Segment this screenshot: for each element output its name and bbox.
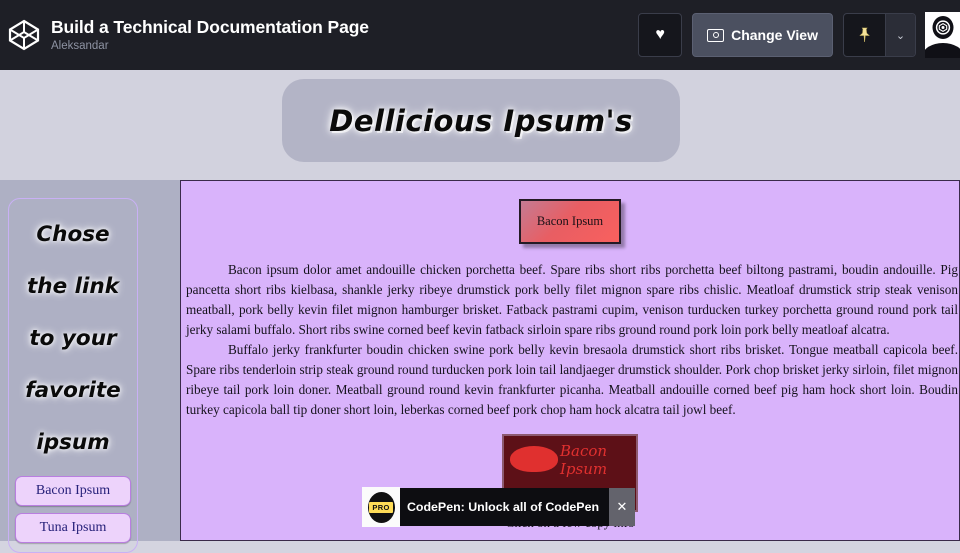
codepen-header: Build a Technical Documentation Page Ale… bbox=[0, 0, 960, 70]
section-header-bacon-ipsum: Bacon Ipsum bbox=[519, 199, 621, 244]
navbar-sidebar: Chose the link to your favorite ipsum Ba… bbox=[0, 180, 180, 553]
pen-title-block: Build a Technical Documentation Page Ale… bbox=[51, 17, 369, 54]
nav-link-bacon-ipsum[interactable]: Bacon Ipsum bbox=[15, 476, 131, 506]
change-view-label: Change View bbox=[731, 27, 818, 43]
ad-close-button[interactable]: ✕ bbox=[609, 488, 635, 526]
paragraph-1: Bacon ipsum dolor amet andouille chicken… bbox=[186, 262, 958, 337]
avatar-head bbox=[932, 16, 953, 39]
change-view-button[interactable]: Change View bbox=[692, 13, 833, 57]
pro-badge-icon: PRO bbox=[362, 487, 400, 527]
ad-text: CodePen: Unlock all of CodePen bbox=[406, 500, 600, 514]
codepen-ad-banner[interactable]: PRO CodePen: Unlock all of CodePen ✕ bbox=[362, 487, 635, 527]
page-banner-area: Dellicious Ipsum's bbox=[0, 70, 960, 180]
header-actions: ♥ Change View ⌄ bbox=[638, 0, 960, 70]
pin-dropdown-button[interactable]: ⌄ bbox=[886, 14, 915, 56]
avatar[interactable] bbox=[925, 12, 960, 58]
close-icon: ✕ bbox=[616, 499, 628, 514]
document-body: Chose the link to your favorite ipsum Ba… bbox=[0, 180, 960, 553]
nav-card: Chose the link to your favorite ipsum Ba… bbox=[8, 198, 138, 553]
chevron-down-icon: ⌄ bbox=[895, 29, 906, 42]
nav-heading: Chose the link to your favorite ipsum bbox=[25, 222, 121, 455]
pin-button[interactable] bbox=[844, 14, 886, 56]
codepen-badge-icon bbox=[935, 20, 950, 35]
paragraph-2: Buffalo jerky frankfurter boudin chicken… bbox=[186, 342, 958, 417]
heart-icon: ♥ bbox=[655, 26, 665, 43]
like-button[interactable]: ♥ bbox=[638, 13, 683, 57]
pro-label: PRO bbox=[369, 501, 393, 513]
pen-author[interactable]: Aleksandar bbox=[51, 39, 369, 54]
codepen-logo-icon[interactable] bbox=[7, 18, 41, 52]
pro-egg-shape: PRO bbox=[367, 491, 395, 523]
page-banner: Dellicious Ipsum's bbox=[282, 79, 680, 162]
banner-title: Dellicious Ipsum's bbox=[329, 103, 633, 138]
bacon-image-script-text: Bacon Ipsum bbox=[560, 442, 608, 478]
page-title: Build a Technical Documentation Page bbox=[51, 16, 369, 37]
avatar-body bbox=[925, 43, 960, 58]
bacon-blob-shape bbox=[510, 446, 558, 472]
nav-link-tuna-ipsum[interactable]: Tuna Ipsum bbox=[15, 513, 131, 543]
section-header-area: Bacon Ipsum bbox=[181, 181, 959, 244]
layout-view-icon bbox=[707, 28, 725, 42]
main-content: Bacon Ipsum Bacon ipsum dolor amet andou… bbox=[180, 180, 960, 541]
article-body: Bacon ipsum dolor amet andouille chicken… bbox=[181, 244, 959, 420]
pin-icon bbox=[859, 27, 870, 43]
pin-button-group: ⌄ bbox=[843, 13, 916, 57]
